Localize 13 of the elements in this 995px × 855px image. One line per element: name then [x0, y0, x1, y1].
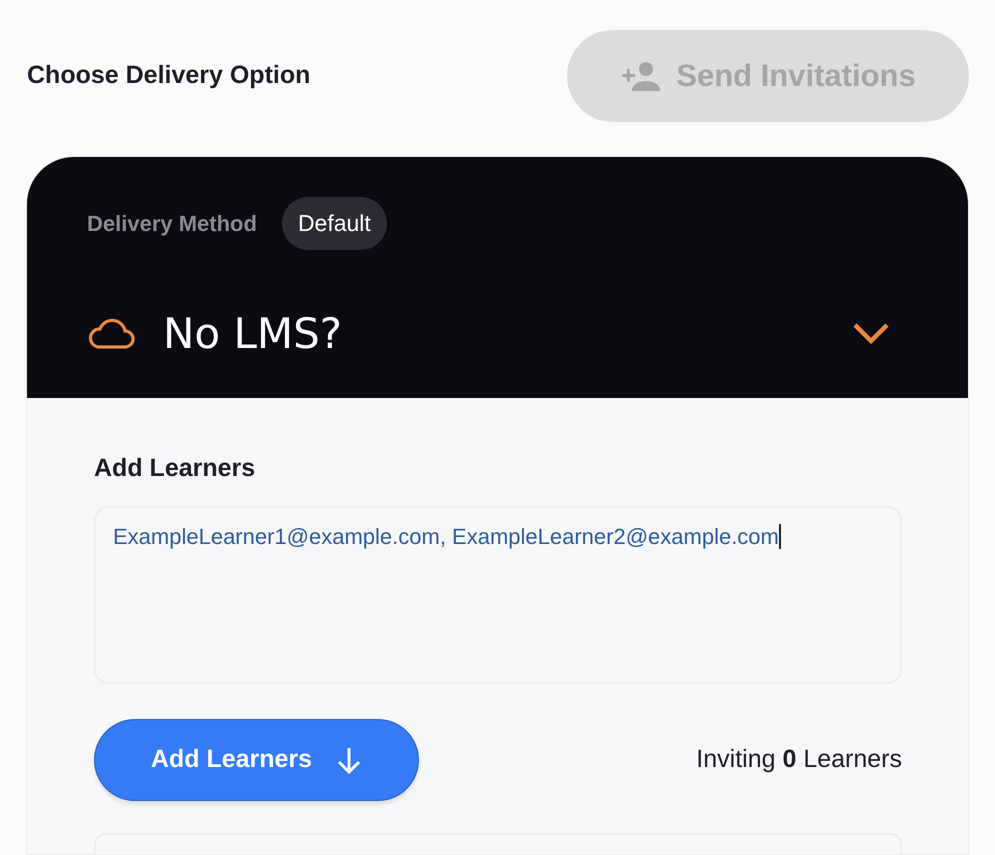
down-arrow-icon	[336, 746, 362, 774]
section-title: Choose Delivery Option	[27, 60, 310, 92]
cloud-icon	[87, 317, 135, 349]
delivery-header[interactable]: Delivery Method Default No LMS?	[27, 157, 968, 398]
delivery-option: No LMS?	[163, 302, 852, 364]
learners-field[interactable]: ExampleLearner1@example.com, ExampleLearner2@example.com	[94, 506, 902, 684]
default-badge: Default	[282, 197, 387, 250]
chevron-icon[interactable]	[852, 321, 890, 345]
inviting-count: Inviting 0 Learners	[696, 744, 902, 775]
add-person-icon	[620, 61, 660, 91]
add-learners-button[interactable]: Add Learners	[94, 718, 419, 800]
delivery-method-label: Delivery Method	[87, 210, 257, 238]
add-learners-label: Add Learners	[94, 453, 256, 484]
